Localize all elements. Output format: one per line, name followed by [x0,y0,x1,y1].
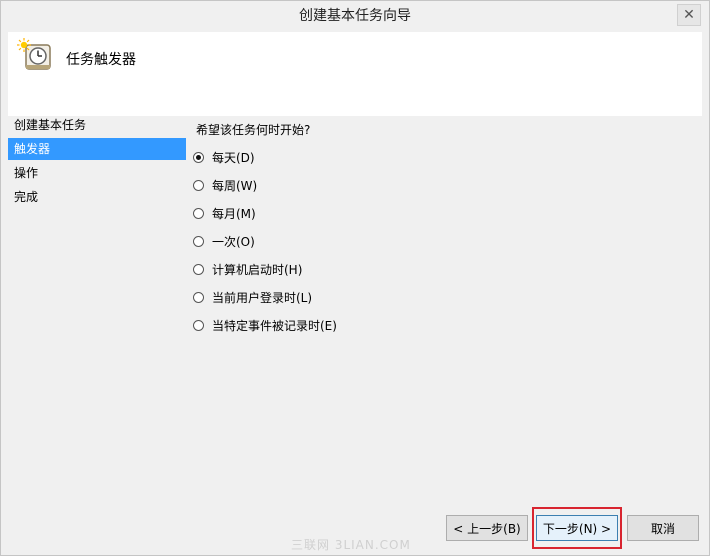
option-label: 计算机启动时(H) [212,262,303,277]
watermark: 三联网 3LIAN.COM [291,538,411,552]
close-button[interactable]: ✕ [677,4,701,26]
option-monthly[interactable]: 每月(M) [193,204,256,222]
sidebar-item-finish[interactable]: 完成 [8,186,186,208]
option-label: 当特定事件被记录时(E) [212,318,337,333]
close-icon: ✕ [683,7,695,23]
radio-button[interactable] [193,263,204,275]
back-button[interactable]: < 上一步(B) [446,515,528,541]
radio-button[interactable] [193,235,204,247]
option-weekly[interactable]: 每周(W) [193,176,257,194]
next-button[interactable]: 下一步(N) > [536,515,618,541]
option-label: 当前用户登录时(L) [212,290,313,305]
option-label: 每月(M) [212,206,256,221]
sidebar-item-action[interactable]: 操作 [8,162,186,184]
radio-button[interactable] [193,207,204,219]
option-daily[interactable]: 每天(D) [193,148,255,166]
radio-button[interactable] [193,319,204,331]
trigger-options-panel: 希望该任务何时开始? 每天(D) 每周(W) 每月(M) 一次(O) 计算机启动… [186,116,702,506]
window-title: 创建基本任务向导 [299,8,411,24]
clock-icon [17,38,51,70]
radio-button[interactable] [193,291,204,303]
option-label: 每天(D) [212,150,255,165]
sidebar-item-trigger[interactable]: 触发器 [8,138,186,160]
wizard-window: 创建基本任务向导 ✕ 任务触发器 创建基本任务 触发器 操作 完成 希望该任务何… [0,0,710,556]
question-label: 希望该任务何时开始? [196,123,311,137]
title-bar: 创建基本任务向导 ✕ [1,1,709,32]
option-computer-start[interactable]: 计算机启动时(H) [193,260,302,278]
page-title: 任务触发器 [66,52,136,68]
header-panel: 任务触发器 [8,32,702,116]
radio-button[interactable] [193,179,204,191]
option-user-logon[interactable]: 当前用户登录时(L) [193,288,312,306]
option-event-logged[interactable]: 当特定事件被记录时(E) [193,316,337,334]
option-label: 每周(W) [212,178,258,193]
sidebar-item-create-basic-task[interactable]: 创建基本任务 [8,114,186,136]
option-label: 一次(O) [212,234,255,249]
wizard-steps: 创建基本任务 触发器 操作 完成 [8,116,186,552]
cancel-button[interactable]: 取消 [627,515,699,541]
radio-button-checked[interactable] [193,151,204,163]
option-once[interactable]: 一次(O) [193,232,255,250]
